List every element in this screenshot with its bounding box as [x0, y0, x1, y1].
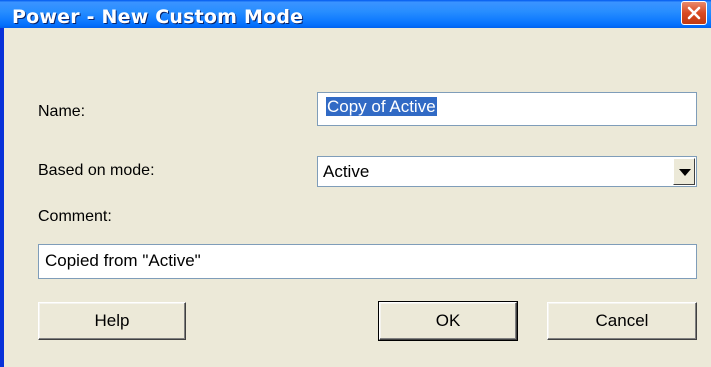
- window-title: Power - New Custom Mode: [12, 6, 304, 28]
- chevron-down-icon: [679, 169, 691, 176]
- based-on-mode-label: Based on mode:: [38, 162, 155, 179]
- cancel-button[interactable]: Cancel: [547, 302, 697, 340]
- help-button[interactable]: Help: [38, 302, 186, 340]
- comment-label: Comment:: [38, 208, 112, 225]
- dialog-window: Power - New Custom Mode Name: Copy of Ac…: [0, 0, 711, 367]
- name-label: Name:: [38, 103, 86, 120]
- name-input[interactable]: Copy of Active: [317, 92, 697, 126]
- close-icon: [687, 6, 701, 20]
- comment-input-value: Copied from "Active": [45, 251, 201, 270]
- window-border: [0, 28, 4, 367]
- based-on-mode-select[interactable]: Active: [317, 156, 697, 187]
- based-on-mode-value: Active: [323, 162, 370, 181]
- name-input-value: Copy of Active: [326, 97, 437, 116]
- comment-input[interactable]: Copied from "Active": [38, 244, 697, 279]
- close-button[interactable]: [681, 1, 707, 25]
- title-bar[interactable]: Power - New Custom Mode: [0, 0, 711, 28]
- dropdown-button[interactable]: [673, 158, 695, 185]
- ok-button[interactable]: OK: [378, 301, 518, 341]
